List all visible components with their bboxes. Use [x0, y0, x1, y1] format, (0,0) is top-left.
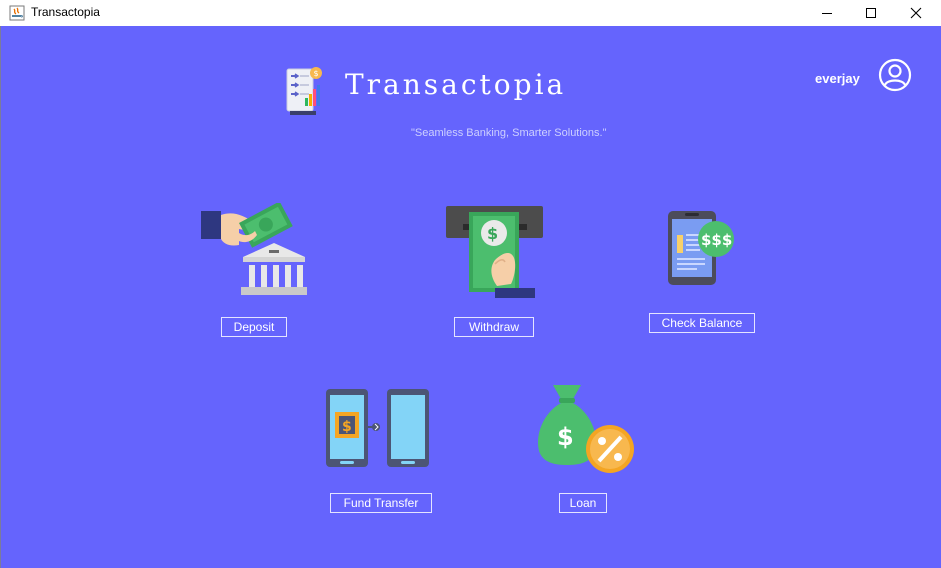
- fund-transfer-icon[interactable]: $: [325, 387, 431, 469]
- username-label: everjay: [815, 71, 860, 86]
- svg-text:$: $: [557, 423, 574, 451]
- check-balance-button[interactable]: Check Balance: [649, 313, 755, 333]
- withdraw-button[interactable]: Withdraw: [454, 317, 534, 337]
- svg-text:$: $: [342, 419, 352, 435]
- fund-transfer-button[interactable]: Fund Transfer: [330, 493, 432, 513]
- app-tagline: "Seamless Banking, Smarter Solutions.": [411, 127, 607, 139]
- svg-text:$: $: [487, 224, 498, 243]
- ledger-chart-icon: $: [286, 67, 322, 115]
- close-icon: [910, 7, 922, 19]
- withdraw-icon[interactable]: $: [445, 204, 545, 300]
- maximize-button[interactable]: [848, 0, 894, 26]
- check-balance-icon[interactable]: $$$: [667, 209, 737, 287]
- svg-text:$: $: [314, 69, 319, 78]
- close-button[interactable]: [893, 0, 939, 26]
- window-titlebar: Transactopia: [0, 0, 941, 26]
- minimize-button[interactable]: [804, 0, 850, 26]
- deposit-icon[interactable]: [199, 203, 309, 299]
- java-app-icon: [9, 5, 25, 21]
- loan-button[interactable]: Loan: [559, 493, 607, 513]
- window-left-border: [0, 26, 1, 568]
- minimize-icon: [822, 13, 832, 14]
- user-avatar-icon[interactable]: [878, 58, 912, 92]
- app-brand-title: Transactopia: [345, 68, 567, 101]
- window-title: Transactopia: [31, 5, 100, 19]
- loan-icon[interactable]: $: [535, 383, 639, 475]
- dashboard-panel: $ Transactopia "Seamless Banking, Smarte…: [0, 26, 941, 568]
- svg-text:$$$: $$$: [701, 231, 732, 249]
- deposit-button[interactable]: Deposit: [221, 317, 287, 337]
- maximize-icon: [866, 8, 876, 18]
